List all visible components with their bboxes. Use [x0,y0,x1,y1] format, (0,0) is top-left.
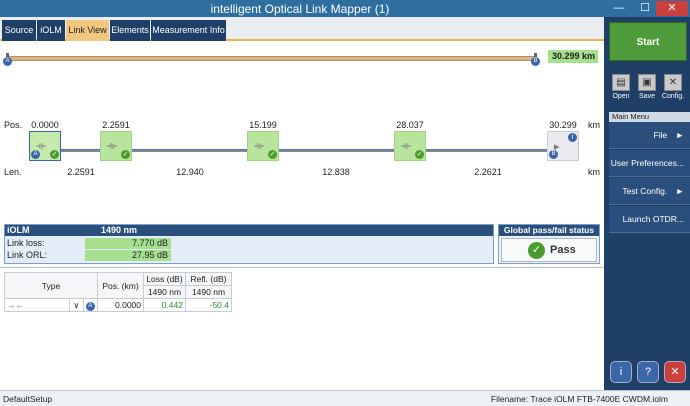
close-window-button[interactable]: ✕ [656,1,688,16]
config-button[interactable]: ✕ Config. [661,74,685,104]
info-icon: i [568,133,577,142]
pass-status-text: Pass [550,244,576,256]
event-table-area: Type Pos. (km) Loss (dB) Refl. (dB) 1490… [0,267,604,390]
type-cell: →← [3,298,71,312]
position-value: 15.199 [249,120,277,130]
link-element[interactable]: ⟛ ✓ [394,131,426,161]
refl-cell: -50.4 [185,298,232,312]
window-title: intelligent Optical Link Mapper (1) [210,2,390,16]
a-badge-icon: A [31,150,40,159]
check-icon: ✓ [415,150,424,159]
folder-icon: ▤ [612,74,630,91]
title-bar: intelligent Optical Link Mapper (1) — ☐ … [0,0,690,17]
connector-icon: ⟛ [254,140,264,152]
link-orl-label: Link ORL: [7,250,48,260]
position-value: 0.0000 [31,120,59,130]
results-title: iOLM [7,225,30,235]
results-wavelength: 1490 nm [101,225,138,235]
menu-item-label: Launch OTDR... [622,214,684,224]
col-loss-wavelength: 1490 nm [143,285,186,299]
connector-icon: ⟛ [401,140,411,152]
link-element-start[interactable]: ⟛ A ✓ [29,131,61,161]
open-button[interactable]: ▤ Open [609,74,633,104]
results-header: iOLM 1490 nm [5,225,493,236]
col-loss: Loss (dB) [143,272,186,286]
link-loss-label: Link loss: [7,238,45,248]
tab-bar: Source iOLM Link View Elements Measureme… [0,17,604,41]
maximize-button[interactable]: ☐ [634,1,656,16]
connector-icon: ⟛ [107,140,117,152]
global-pass-fail-panel: Global pass/fail status ✓ Pass [498,224,600,264]
exit-button[interactable]: ✕ [664,361,686,383]
col-pos: Pos. (km) [97,272,144,299]
menu-item-launch-otdr[interactable]: Launch OTDR... [609,206,690,233]
save-label: Save [639,93,655,100]
open-label: Open [612,93,630,100]
total-length-value: 30.299 km [548,50,598,63]
info-button[interactable]: i [610,361,632,383]
a-badge-icon: A [85,302,95,311]
menu-item-label: User Preferences... [610,158,684,168]
tab-iolm[interactable]: iOLM [37,20,65,41]
menu-item-label: Test Config. [622,186,668,196]
check-icon: ✓ [50,150,59,159]
loss-cell: 0.442 [143,298,186,312]
menu-item-file[interactable]: File ► [609,122,690,149]
chevron-right-icon: ► [675,186,684,196]
section-length: 2.2591 [67,167,95,177]
link-orl-value: 27.95 dB [85,250,171,261]
check-icon: ✓ [121,150,130,159]
link-view-panel: A B 30.299 km Pos. km Len. km 0.0000 2.2… [0,41,604,390]
overview-bar[interactable] [6,56,536,61]
filename-text: Filename: Trace iOLM FTB-7400E CWDM.iolm [490,394,668,404]
setup-name: DefaultSetup [3,394,53,404]
tab-elements[interactable]: Elements [110,20,150,41]
tab-measurement-info[interactable]: Measurement Info [151,20,226,41]
position-value: 30.299 [549,120,577,130]
tools-icon: ✕ [664,74,682,91]
start-button[interactable]: Start [609,22,687,61]
save-button[interactable]: ▣ Save [635,74,659,104]
help-button[interactable]: ? [637,361,659,383]
check-icon: ✓ [268,150,277,159]
a-badge-cell: A [82,298,99,312]
position-value: 28.037 [396,120,424,130]
minimize-button[interactable]: — [608,1,630,16]
len-label: Len. [4,167,22,177]
menu-item-test-config[interactable]: Test Config. ► [609,178,690,205]
event-table: Type Pos. (km) Loss (dB) Refl. (dB) 1490… [3,272,232,312]
global-status-title: Global pass/fail status [499,225,599,236]
len-unit: km [588,167,600,177]
link-element[interactable]: ⟛ ✓ [247,131,279,161]
tab-link-view[interactable]: Link View [66,20,109,41]
config-label: Config. [661,93,685,100]
overview-a-badge: A [3,57,12,66]
pass-status-box: ✓ Pass [501,238,597,262]
table-row[interactable]: →← ∨ A 0.0000 0.442 -50.4 [3,298,232,312]
pos-cell: 0.0000 [97,298,144,312]
type-dropdown[interactable]: ∨ [69,298,84,312]
chevron-right-icon: ► [675,130,684,140]
section-length: 12.940 [176,167,204,177]
menu-item-label: File [653,130,668,140]
section-length: 2.2621 [474,167,502,177]
link-element[interactable]: ⟛ ✓ [100,131,132,161]
tab-source[interactable]: Source [2,20,36,41]
right-sidebar: Start ▤ Open ▣ Save ✕ Config. Main Menu … [604,17,690,390]
save-icon: ▣ [638,74,656,91]
col-refl: Refl. (dB) [185,272,232,286]
main-menu-header: Main Menu [609,112,690,122]
pass-check-icon: ✓ [528,242,545,259]
overview-b-badge: B [531,57,540,66]
position-value: 2.2591 [102,120,130,130]
link-loss-value: 7.770 dB [85,238,171,249]
section-length: 12.838 [322,167,350,177]
col-type: Type [4,272,98,299]
b-badge-icon: B [549,150,558,159]
link-element-end[interactable]: ▸ i B [547,131,579,161]
iolm-results-panel: iOLM 1490 nm Link loss: 7.770 dB Link OR… [4,224,494,264]
menu-item-user-preferences[interactable]: User Preferences... [609,150,690,177]
col-refl-wavelength: 1490 nm [185,285,232,299]
status-bar: DefaultSetup Filename: Trace iOLM FTB-74… [0,390,690,406]
